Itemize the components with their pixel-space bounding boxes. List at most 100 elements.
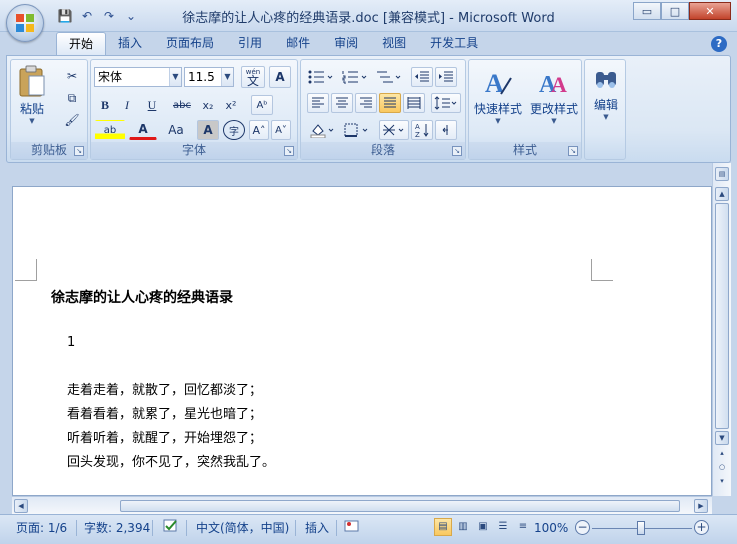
character-border-button[interactable]: A [269,66,291,88]
change-case-button[interactable]: Aa [161,120,191,140]
scroll-down-icon[interactable]: ▼ [715,431,729,445]
insert-mode[interactable]: 插入 [305,518,329,538]
office-button[interactable] [6,4,44,42]
font-color-button[interactable]: A [129,120,157,140]
bullets-icon[interactable] [305,67,337,87]
vertical-scrollbar[interactable]: ▤ ▲ ▼ ▴ ○ ▾ [712,163,731,496]
tab-references[interactable]: 引用 [226,32,274,56]
scroll-left-icon[interactable]: ◀ [14,499,28,513]
styles-launcher-icon[interactable]: ↘ [568,146,578,156]
ruler-toggle-icon[interactable]: ▤ [715,167,729,181]
shrink-font-button[interactable]: A˅ [271,120,291,140]
font-size-dropdown-icon[interactable]: ▼ [221,68,233,86]
tab-home[interactable]: 开始 [56,32,107,56]
align-right-icon[interactable] [355,93,377,113]
tab-review[interactable]: 审阅 [322,32,370,56]
chinese-layout-icon[interactable] [379,120,409,140]
superscript-button[interactable]: x² [221,95,241,115]
document-page[interactable]: 徐志摩的让人心疼的经典语录 1 走着走着，就散了，回忆都淡了； 看着看着，就累了… [12,186,712,496]
phonetic-guide-button[interactable]: wén 文 [241,66,265,88]
close-button[interactable]: ✕ [689,2,731,20]
bold-button[interactable]: B [95,95,115,115]
paragraph-launcher-icon[interactable]: ↘ [452,146,462,156]
maximize-button[interactable]: □ [661,2,689,20]
editing-group: 编辑 ▼ [584,59,626,160]
horizontal-scroll-thumb[interactable] [120,500,680,512]
minimize-button[interactable]: ▭ [633,2,661,20]
zoom-level[interactable]: 100% [534,518,568,538]
select-browse-object-icon[interactable]: ○ [715,461,729,475]
next-page-icon[interactable]: ▾ [715,475,729,489]
full-screen-reading-view-icon[interactable]: ▥ [454,518,472,536]
scroll-up-icon[interactable]: ▲ [715,187,729,201]
increase-indent-icon[interactable] [435,67,457,87]
clear-formatting-button[interactable]: Aᵇ [251,95,273,115]
macro-record-icon[interactable] [344,518,362,538]
svg-text:A: A [551,72,567,97]
format-painter-icon[interactable]: 🖌 [61,110,83,130]
font-size-combo[interactable]: 11.5 ▼ [184,67,234,87]
zoom-in-icon[interactable]: + [694,520,709,535]
binoculars-icon [596,72,616,88]
tab-developer[interactable]: 开发工具 [418,32,490,56]
align-left-icon[interactable] [307,93,329,113]
font-name-value: 宋体 [98,70,123,84]
sort-icon[interactable]: AZ [411,120,433,140]
document-section-number: 1 [67,335,76,350]
vertical-scroll-thumb[interactable] [715,203,729,429]
tab-insert[interactable]: 插入 [106,32,154,56]
language-indicator[interactable]: 中文(简体，中国) [196,518,289,538]
quick-styles-icon: A [485,69,512,98]
multilevel-list-icon[interactable] [373,67,405,87]
proofing-icon[interactable] [162,518,182,538]
paste-button[interactable]: 粘贴 ▼ [15,64,49,125]
clipboard-launcher-icon[interactable]: ↘ [74,146,84,156]
document-line: 看着看着，就累了，星光也暗了； [67,407,263,422]
grow-font-button[interactable]: A˄ [249,120,269,140]
status-separator [152,520,153,536]
enclose-characters-button[interactable]: 字 [223,120,245,140]
tab-mailings[interactable]: 邮件 [274,32,322,56]
zoom-out-icon[interactable]: − [575,520,590,535]
horizontal-scrollbar[interactable]: ◀ ▶ [12,496,712,514]
tab-page-layout[interactable]: 页面布局 [154,32,226,56]
tab-view[interactable]: 视图 [370,32,418,56]
strikethrough-button[interactable]: abc [169,95,195,115]
status-separator [186,520,187,536]
shading-icon[interactable] [307,120,339,140]
font-group-label: 字体 [91,142,297,159]
font-launcher-icon[interactable]: ↘ [284,146,294,156]
font-name-dropdown-icon[interactable]: ▼ [169,68,181,86]
scroll-right-icon[interactable]: ▶ [694,499,708,513]
decrease-indent-icon[interactable] [411,67,433,87]
font-name-combo[interactable]: 宋体 ▼ [94,67,182,87]
borders-icon[interactable] [341,120,373,140]
change-styles-button[interactable]: A A 更改样式 ▼ [527,66,581,125]
underline-button[interactable]: U [139,95,165,115]
print-layout-view-icon[interactable]: ▤ [434,518,452,536]
help-icon[interactable]: ? [711,36,727,52]
italic-button[interactable]: I [117,95,137,115]
word-count[interactable]: 字数: 2,394 [84,518,150,538]
previous-page-icon[interactable]: ▴ [715,447,729,461]
subscript-button[interactable]: x₂ [198,95,218,115]
character-shading-button[interactable]: A [197,120,219,140]
highlight-color-button[interactable]: ab [95,120,125,140]
web-layout-view-icon[interactable]: ▣ [474,518,492,536]
distributed-icon[interactable] [403,93,425,113]
page-count[interactable]: 页面: 1/6 [16,518,67,538]
line-spacing-icon[interactable] [431,93,461,113]
cut-icon[interactable]: ✂ [61,66,83,86]
justify-icon[interactable] [379,93,401,113]
outline-view-icon[interactable]: ☰ [494,518,512,536]
copy-icon[interactable]: ⧉ [61,88,83,108]
quick-styles-button[interactable]: A 快速样式 ▼ [471,66,525,125]
editing-button[interactable]: 编辑 ▼ [587,66,625,121]
status-separator [76,520,77,536]
zoom-slider-thumb[interactable] [637,521,645,535]
numbering-icon[interactable] [339,67,371,87]
draft-view-icon[interactable]: ≡ [514,518,532,536]
font-group: 宋体 ▼ 11.5 ▼ wén 文 A B I U abc x₂ x² Aᵇ a… [90,59,298,160]
show-hide-marks-icon[interactable] [435,120,457,140]
align-center-icon[interactable] [331,93,353,113]
